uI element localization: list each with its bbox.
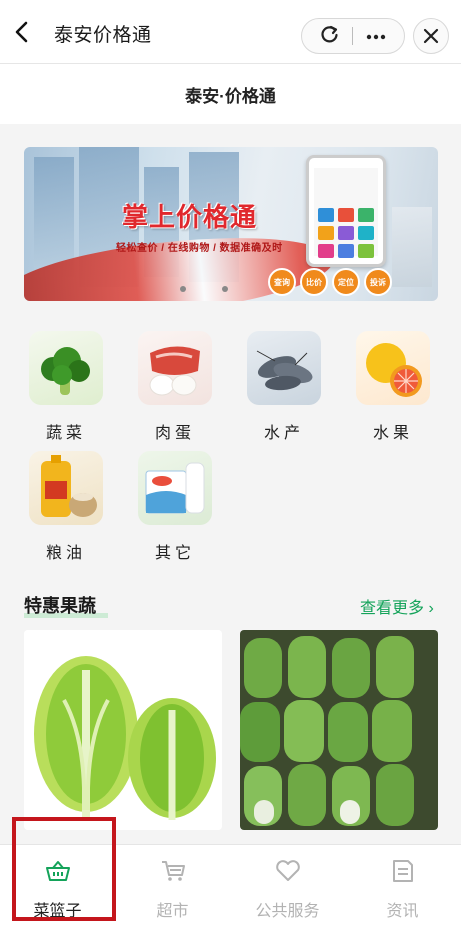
more-button[interactable] <box>366 27 386 45</box>
tab-news[interactable]: 资讯 <box>345 845 460 933</box>
category-meat-eggs[interactable]: 肉蛋 <box>135 331 215 442</box>
radish-image <box>240 630 438 830</box>
product-card-radish[interactable] <box>240 630 438 830</box>
category-label: 肉蛋 <box>154 425 195 442</box>
banner-title: 掌上价格通 <box>122 203 258 233</box>
banner-compare-button[interactable]: 比价 <box>300 268 328 296</box>
category-other[interactable]: 其它 <box>135 451 215 562</box>
pagination-dot <box>222 286 228 292</box>
category-label: 蔬菜 <box>45 425 86 442</box>
refresh-button[interactable] <box>320 24 340 49</box>
banner-locate-button[interactable]: 定位 <box>332 268 360 296</box>
top-nav-bar: 泰安价格通 <box>0 0 461 64</box>
page-title: 泰安·价格通 <box>185 86 276 106</box>
phone-tile <box>338 226 354 240</box>
phone-tile <box>318 208 334 222</box>
page-header: 泰安·价格通 <box>0 64 461 124</box>
banner-pagination <box>180 286 228 292</box>
banner-subtitle: 轻松查价 / 在线购物 / 数据准确及时 <box>116 243 283 254</box>
close-icon <box>423 28 439 44</box>
phone-tile <box>358 208 374 222</box>
tab-label: 超市 <box>156 903 189 920</box>
phone-screen <box>314 168 378 258</box>
cabbage-image <box>24 630 222 830</box>
category-grain-oil[interactable]: 粮油 <box>26 451 106 562</box>
view-more-link[interactable]: 查看更多 › <box>360 594 434 618</box>
category-fruit[interactable]: 水果 <box>353 331 433 442</box>
tab-supermarket[interactable]: 超市 <box>115 845 230 933</box>
capsule-menu <box>301 18 405 54</box>
shrimp-icon <box>247 331 321 405</box>
tab-public-service[interactable]: 公共服务 <box>230 845 345 933</box>
more-dots-icon <box>366 34 386 40</box>
phone-tile <box>338 244 354 258</box>
close-button[interactable] <box>413 18 449 54</box>
pagination-dot <box>180 286 186 292</box>
promo-banner[interactable]: 掌上价格通 轻松查价 / 在线购物 / 数据准确及时 查询 比价 定位 投诉 <box>24 147 438 301</box>
phone-tile <box>358 244 374 258</box>
highlight-box <box>12 817 116 921</box>
category-label: 水果 <box>372 425 413 442</box>
section-title: 特惠果蔬 <box>24 596 96 616</box>
cart-icon <box>161 861 185 881</box>
phone-tile <box>338 208 354 222</box>
category-seafood[interactable]: 水产 <box>244 331 324 442</box>
phone-tile <box>318 244 334 258</box>
tab-label: 公共服务 <box>255 903 320 920</box>
phone-tile <box>358 226 374 240</box>
news-icon <box>392 860 413 882</box>
phone-illustration <box>306 155 386 267</box>
broccoli-icon <box>29 331 103 405</box>
refresh-icon <box>321 25 338 42</box>
meat-eggs-icon <box>138 331 212 405</box>
tab-label: 资讯 <box>386 903 419 920</box>
banner-complaint-button[interactable]: 投诉 <box>364 268 392 296</box>
category-label: 其它 <box>154 545 195 562</box>
category-label: 粮油 <box>45 545 86 562</box>
category-label: 水产 <box>263 425 304 442</box>
oil-rice-icon <box>29 451 103 525</box>
category-vegetables[interactable]: 蔬菜 <box>26 331 106 442</box>
milk-icon <box>138 451 212 525</box>
heart-icon <box>275 860 300 881</box>
capsule-divider <box>352 27 354 45</box>
banner-query-button[interactable]: 查询 <box>268 268 296 296</box>
phone-tile <box>318 226 334 240</box>
grapefruit-icon <box>356 331 430 405</box>
chevron-left-icon <box>15 21 28 43</box>
banner-building <box>392 207 432 287</box>
back-button[interactable] <box>8 18 36 46</box>
product-card-cabbage[interactable] <box>24 630 222 830</box>
mini-program-title: 泰安价格通 <box>54 25 152 46</box>
